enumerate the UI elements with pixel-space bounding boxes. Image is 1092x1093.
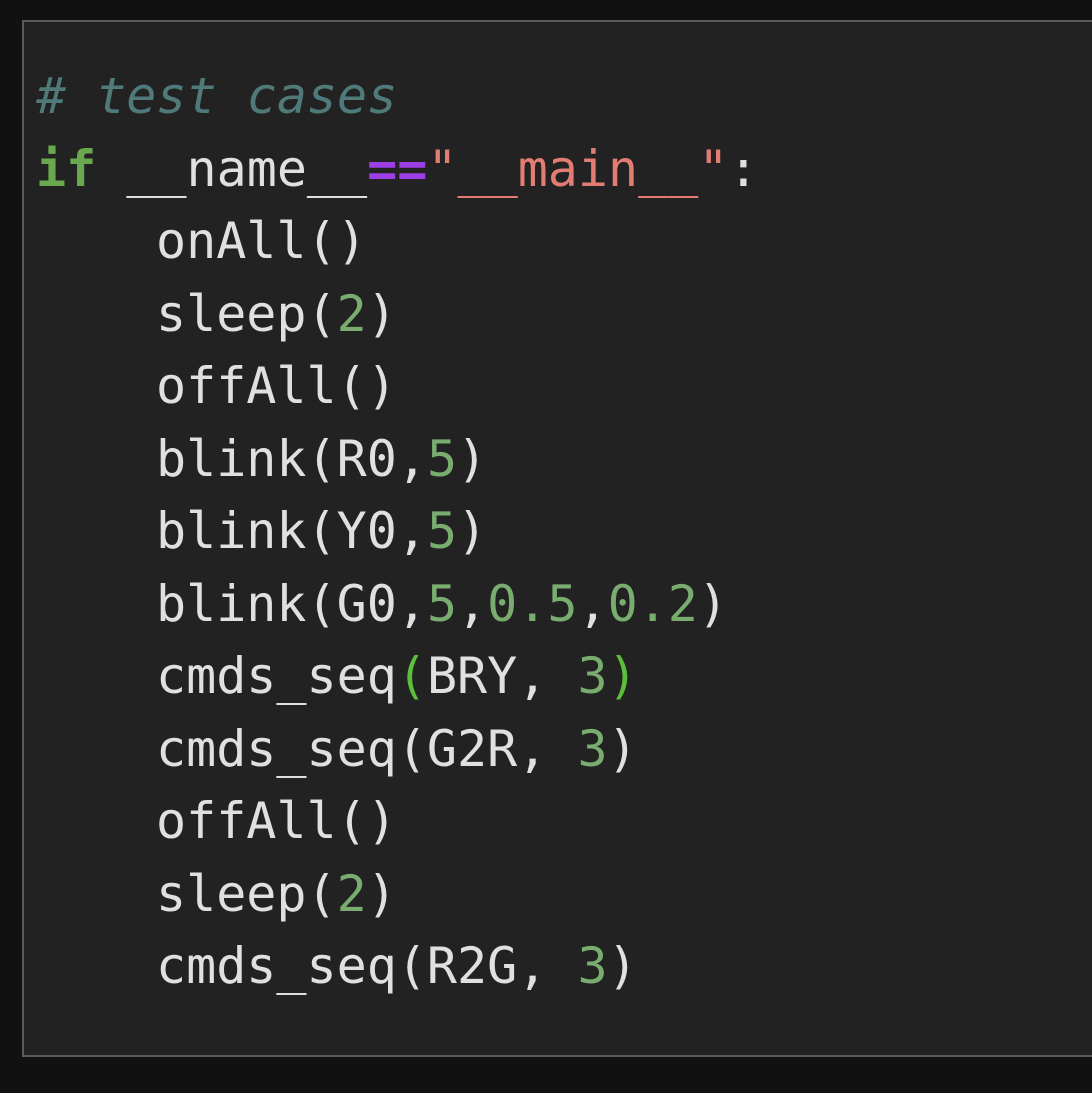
code-line[interactable]: offAll() — [36, 350, 759, 423]
code-token: BRY, — [426, 647, 578, 705]
code-token: offAll() — [156, 792, 397, 850]
code-token: == — [367, 139, 428, 198]
code-token: cmds_seq(R2G, — [156, 937, 578, 995]
code-token: ( — [396, 647, 427, 705]
code-token: __name__ — [96, 139, 368, 198]
code-token: 5 — [426, 574, 458, 633]
code-token: " — [427, 139, 458, 198]
code-block[interactable]: # test cases if __name__=="__main__": onAl… — [36, 60, 759, 1003]
code-line[interactable]: # test cases — [36, 60, 759, 133]
code-token: ) — [697, 574, 728, 633]
code-token: 5 — [426, 502, 458, 560]
code-token: # test cases — [36, 67, 398, 125]
code-line[interactable]: cmds_seq(R2G, 3) — [36, 930, 759, 1003]
code-line[interactable]: cmds_seq(BRY, 3) — [36, 640, 759, 713]
code-token: ) — [607, 719, 638, 778]
code-token: offAll() — [156, 357, 397, 415]
code-line[interactable]: sleep(2) — [36, 858, 759, 931]
code-editor-panel[interactable]: # test cases if __name__=="__main__": onAl… — [22, 20, 1092, 1057]
code-token: 3 — [577, 719, 608, 778]
code-token: ) — [607, 937, 638, 995]
code-token: blink(G0, — [156, 574, 427, 633]
code-token: " — [698, 139, 729, 198]
code-token: sleep( — [156, 284, 337, 343]
code-line[interactable]: sleep(2) — [36, 278, 759, 351]
code-token: 3 — [577, 937, 608, 995]
code-token: : — [728, 139, 759, 198]
code-token: ) — [366, 284, 397, 343]
code-token: onAll() — [156, 212, 367, 270]
code-token: , — [457, 574, 488, 633]
code-token: 3 — [577, 647, 608, 705]
code-token: cmds_seq — [156, 647, 397, 705]
code-token: 5 — [426, 429, 458, 488]
code-line[interactable]: if __name__=="__main__": — [36, 133, 759, 206]
code-token: 2 — [336, 864, 367, 923]
code-line[interactable]: blink(R0,5) — [36, 423, 759, 496]
code-token: blink(Y0, — [156, 502, 427, 560]
code-token: ) — [366, 864, 397, 923]
code-line[interactable]: blink(G0,5,0.5,0.2) — [36, 568, 759, 641]
code-token: ) — [457, 429, 488, 488]
code-line[interactable]: offAll() — [36, 785, 759, 858]
code-token: sleep( — [156, 864, 337, 923]
code-token: 0.5 — [487, 574, 578, 633]
code-line[interactable]: onAll() — [36, 205, 759, 278]
code-token: __main__ — [457, 139, 699, 198]
code-token: 2 — [336, 284, 367, 343]
code-token: cmds_seq(G2R, — [156, 719, 578, 778]
code-line[interactable]: cmds_seq(G2R, 3) — [36, 713, 759, 786]
code-line[interactable]: blink(Y0,5) — [36, 495, 759, 568]
code-token: ) — [607, 647, 638, 705]
code-token: ) — [457, 502, 488, 560]
code-token: if — [36, 139, 97, 198]
code-token: , — [577, 574, 608, 633]
code-token: blink(R0, — [156, 429, 427, 488]
code-token: 0.2 — [607, 574, 698, 633]
